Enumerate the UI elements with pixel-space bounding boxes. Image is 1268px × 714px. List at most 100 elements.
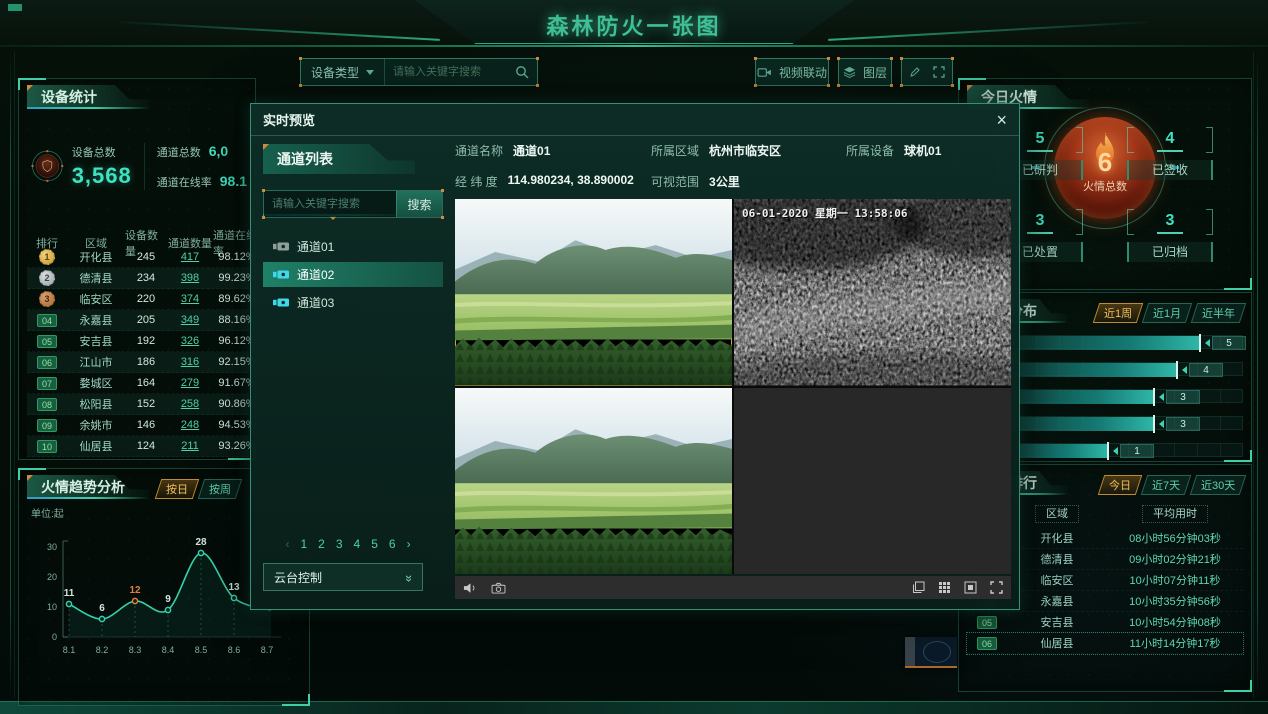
chip-arrow-icon [1182,366,1187,374]
page-2[interactable]: 2 [318,537,325,551]
table-row: 08松阳县15225890.86% [27,394,249,415]
video-cell-visible-2[interactable] [455,388,732,575]
channel-list-tab[interactable]: 通道列表 [263,144,415,174]
single-view-icon[interactable] [964,581,977,594]
channel-sidebar: 通道列表 搜索 通道01 通道02 通道03 ‹ 123456 › 云台控制 » [263,144,443,597]
camera-icon [273,241,289,252]
copy-view-icon[interactable] [912,581,925,594]
eff-tab-近7天[interactable]: 近7天 [1140,475,1191,495]
svg-text:13: 13 [228,582,240,593]
cell-c-region: 江山市 [80,354,113,370]
channel-item-通道01[interactable]: 通道01 [263,234,443,259]
page-3[interactable]: 3 [336,537,343,551]
svg-text:8.3: 8.3 [129,645,142,655]
snapshot-camera-icon[interactable] [491,582,506,594]
page-4[interactable]: 4 [354,537,361,551]
keyword-search-input[interactable] [385,59,507,85]
page-next-icon[interactable]: › [407,537,411,551]
dist-tab-近1周[interactable]: 近1周 [1093,303,1144,323]
video-fullscreen-icon[interactable] [990,581,1003,594]
stat-signed-label: 已签收 [1127,160,1213,180]
svg-text:8.6: 8.6 [228,645,241,655]
rank-header: 通道数量 [168,235,212,251]
channel-list: 通道01 通道02 通道03 [263,234,443,315]
dist-tab-近半年[interactable]: 近半年 [1191,303,1246,323]
channel-search-input[interactable] [264,191,396,217]
cell-c-chan: 258 [181,398,199,410]
close-icon[interactable]: × [996,111,1007,129]
cell-c-region: 德清县 [80,270,113,286]
layers-button[interactable]: 图层 [838,58,892,86]
page-1[interactable]: 1 [300,537,307,551]
table-row: 2德清县23439899.23% [27,268,249,289]
ptz-control-toggle[interactable]: 云台控制 » [263,563,423,591]
info-coord-label: 经 纬 度 [455,173,498,190]
cell-c-region: 开化县 [80,249,113,265]
efficiency-region: 安吉县 [1041,614,1074,630]
video-cell-empty[interactable] [734,388,1011,575]
channel-search-button[interactable]: 搜索 [396,191,442,217]
efficiency-time: 10小时35分钟56秒 [1129,593,1221,609]
fullscreen-icon [933,66,945,78]
info-coord-value: 114.980234, 38.890002 [508,173,634,190]
svg-text:28: 28 [195,537,207,548]
camera-icon [273,269,289,280]
channel-search-group: 搜索 [263,190,443,218]
info-device: 所属设备 球机01 [846,142,941,159]
rank-badge: 05 [37,335,57,348]
dashboard-root: 森林防火一张图 设备类型 视频联动 图层 设备统计 [0,0,1268,714]
bar-value-chip: 4 [1182,363,1223,377]
rank-badge: 1 [39,249,55,265]
grid-layout-icon[interactable] [938,581,951,594]
cell-c-chan: 279 [181,377,199,389]
page-prev-icon[interactable]: ‹ [285,537,289,551]
bar-value-chip: 1 [1113,444,1154,458]
bar-value: 3 [1166,390,1200,404]
device-type-select[interactable]: 设备类型 [301,59,385,85]
trend-tab-按日[interactable]: 按日 [155,479,199,499]
chip-arrow-icon [1159,420,1164,428]
info-channel-value: 通道01 [513,142,550,159]
collapse-chevron-icon: » [402,574,417,579]
info-region-label: 所属区域 [651,142,699,159]
dist-tab-近1月[interactable]: 近1月 [1142,303,1193,323]
cell-c-chan: 326 [181,335,199,347]
channel-item-通道02[interactable]: 通道02 [263,262,443,287]
bar-value: 3 [1166,417,1200,431]
chevron-down-icon [366,70,374,75]
channel-item-通道03[interactable]: 通道03 [263,290,443,315]
video-cell-visible-selected[interactable] [455,199,732,386]
cell-c-dev: 164 [137,377,155,389]
info-channel: 通道名称 通道01 [455,142,550,159]
device-total-label: 设备总数 [72,144,132,160]
medal-icon: 1 [39,249,55,265]
ptz-label: 云台控制 [274,569,322,586]
rank-badge: 3 [39,291,55,307]
fire-trend-title: 火情趋势分析 [27,475,149,499]
page-5[interactable]: 5 [371,537,378,551]
mute-speaker-icon[interactable] [463,582,478,594]
trend-tab-按周[interactable]: 按周 [198,479,242,499]
rank-badge: 2 [39,270,55,286]
rank-badge: 08 [37,398,57,411]
video-cell-thermal[interactable]: 06-01-2020 星期一 13:58:06 [734,199,1011,386]
eff-tab-近30天[interactable]: 近30天 [1190,475,1247,495]
cell-c-chan: 211 [181,440,199,452]
camera-icon [273,297,289,308]
info-region: 所属区域 杭州市临安区 [651,142,781,159]
draw-fullscreen-button[interactable] [901,58,953,86]
rank-badge: 09 [37,419,57,432]
stat-signed: 4 已签收 [1127,127,1213,180]
stat-handled-value: 3 [1027,210,1053,234]
cell-c-dev: 245 [137,251,155,263]
minimap-thumbnail[interactable] [905,637,957,668]
video-linkage-button[interactable]: 视频联动 [755,58,829,86]
svg-text:10: 10 [47,602,57,612]
rank-badge: 07 [37,377,57,390]
page-6[interactable]: 6 [389,537,396,551]
bar-value: 4 [1189,363,1223,377]
search-icon[interactable] [507,59,537,85]
eff-tab-今日[interactable]: 今日 [1097,475,1141,495]
medal-icon: 3 [39,291,55,307]
cell-c-chan: 398 [181,272,199,284]
